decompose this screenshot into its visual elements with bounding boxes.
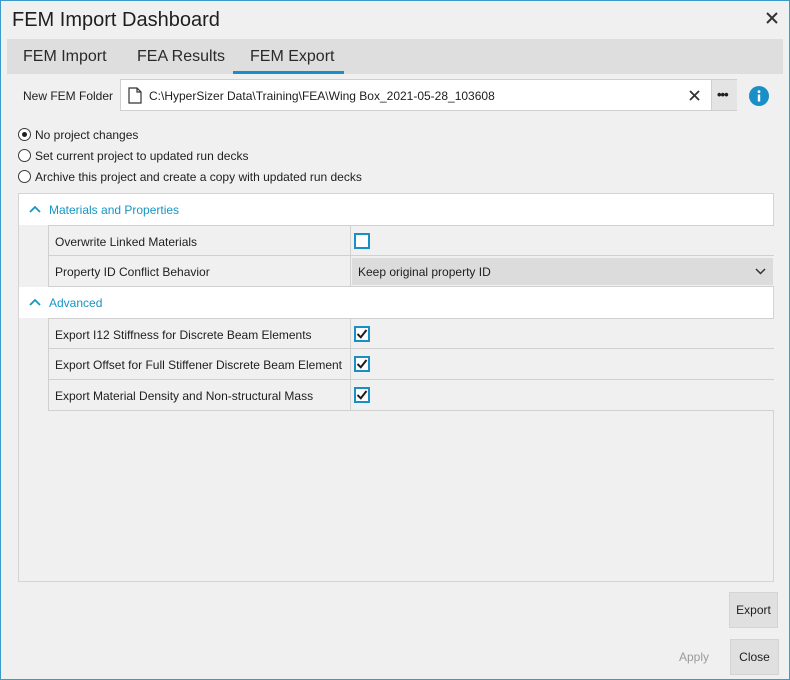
export-offset-checkbox[interactable]	[354, 356, 370, 372]
export-button[interactable]: Export	[729, 592, 778, 628]
prop-row-property-id-conflict: Property ID Conflict Behavior Keep origi…	[48, 256, 774, 287]
dropdown-value: Keep original property ID	[358, 265, 491, 279]
folder-path-field[interactable]: C:\HyperSizer Data\Training\FEA\Wing Box…	[120, 79, 737, 111]
export-i12-checkbox[interactable]	[354, 326, 370, 342]
active-tab-indicator	[233, 71, 344, 74]
chevron-up-icon	[29, 205, 41, 213]
prop-row-overwrite-materials: Overwrite Linked Materials	[48, 225, 774, 256]
checkmark-icon	[356, 329, 368, 339]
dialog-window: FEM Import Dashboard FEM Import FEA Resu…	[0, 0, 790, 680]
folder-path-value: C:\HyperSizer Data\Training\FEA\Wing Box…	[149, 89, 495, 103]
clear-icon[interactable]	[688, 89, 701, 102]
section-title: Advanced	[49, 296, 103, 310]
chevron-up-icon	[29, 298, 41, 306]
prop-name: Overwrite Linked Materials	[55, 235, 198, 249]
close-icon[interactable]	[763, 9, 781, 27]
property-id-conflict-dropdown[interactable]: Keep original property ID	[352, 258, 773, 285]
checkmark-icon	[356, 359, 368, 369]
tab-fem-import[interactable]: FEM Import	[23, 48, 107, 66]
prop-name: Property ID Conflict Behavior	[55, 265, 210, 279]
column-divider	[350, 380, 351, 410]
section-title: Materials and Properties	[49, 203, 180, 217]
export-density-checkbox[interactable]	[354, 387, 370, 403]
radio-button[interactable]	[18, 170, 31, 183]
checkmark-icon	[356, 390, 368, 400]
option-label: Set current project to updated run decks	[35, 149, 249, 163]
radio-button[interactable]	[18, 149, 31, 162]
browse-button[interactable]: •••	[711, 80, 737, 110]
folder-label: New FEM Folder	[23, 89, 114, 103]
tab-bar: FEM Import FEA Results FEM Export	[7, 39, 783, 74]
radio-button[interactable]	[18, 128, 31, 141]
properties-panel: Materials and Properties Overwrite Linke…	[18, 193, 774, 582]
prop-row-export-i12: Export I12 Stiffness for Discrete Beam E…	[48, 318, 774, 349]
section-header-materials[interactable]: Materials and Properties	[19, 194, 773, 225]
apply-button[interactable]: Apply	[669, 639, 719, 675]
prop-row-export-density: Export Material Density and Non-structur…	[48, 380, 774, 411]
column-divider	[350, 349, 351, 379]
prop-name: Export Material Density and Non-structur…	[55, 389, 314, 403]
ellipsis-icon: •••	[717, 87, 729, 102]
column-divider	[350, 319, 351, 348]
title-bar: FEM Import Dashboard	[1, 1, 789, 39]
prop-name: Export Offset for Full Stiffener Discret…	[55, 358, 343, 372]
chevron-down-icon	[755, 268, 766, 275]
close-button[interactable]: Close	[730, 639, 779, 675]
section-header-advanced[interactable]: Advanced	[19, 287, 773, 318]
tab-fea-results[interactable]: FEA Results	[137, 48, 225, 66]
info-icon[interactable]	[749, 86, 769, 106]
option-label: No project changes	[35, 128, 139, 142]
window-title: FEM Import Dashboard	[12, 9, 220, 31]
option-label: Archive this project and create a copy w…	[35, 170, 362, 184]
column-divider	[350, 226, 351, 255]
prop-row-export-offset: Export Offset for Full Stiffener Discret…	[48, 349, 774, 380]
file-icon	[128, 87, 142, 104]
overwrite-materials-checkbox[interactable]	[354, 233, 370, 249]
tab-fem-export[interactable]: FEM Export	[250, 48, 334, 66]
prop-name: Export I12 Stiffness for Discrete Beam E…	[55, 328, 312, 342]
column-divider	[350, 256, 351, 286]
